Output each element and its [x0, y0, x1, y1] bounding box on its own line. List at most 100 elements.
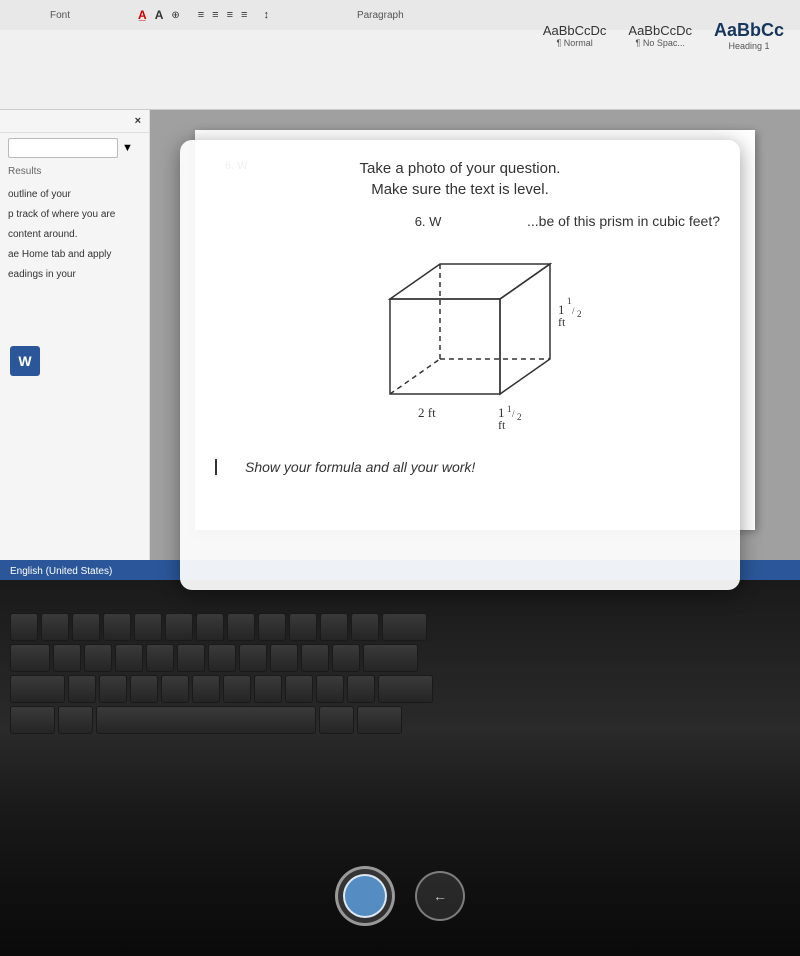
align-left-icon[interactable]: ≡	[198, 9, 204, 21]
key-m	[254, 675, 282, 703]
svg-text:/: /	[512, 409, 515, 419]
font-section-label: Font	[50, 10, 70, 21]
camera-msg-line2: Make sure the text is level.	[360, 181, 561, 198]
nav-item-3[interactable]: content around.	[8, 225, 141, 245]
sidebar-search: ▼	[0, 133, 149, 163]
key-n	[223, 675, 251, 703]
key-backspace	[382, 613, 427, 641]
key-c	[130, 675, 158, 703]
key-shift-r	[378, 675, 433, 703]
key-s	[84, 644, 112, 672]
bottom-buttons: ←	[335, 866, 465, 926]
key-semi	[332, 644, 360, 672]
key-e	[72, 613, 100, 641]
key-w	[41, 613, 69, 641]
svg-text:ft: ft	[558, 315, 566, 329]
sidebar-header: ×	[0, 110, 149, 133]
key-j	[239, 644, 267, 672]
key-p	[289, 613, 317, 641]
key-comma	[285, 675, 313, 703]
sidebar-results-label: Results	[0, 163, 149, 180]
key-g	[177, 644, 205, 672]
word-taskbar-icon[interactable]: W	[10, 346, 40, 376]
key-t	[134, 613, 162, 641]
back-button[interactable]: ←	[415, 871, 465, 921]
key-z	[68, 675, 96, 703]
key-v	[161, 675, 189, 703]
status-language: English (United States)	[10, 566, 112, 577]
style-normal-sample: AaBbCcDc	[543, 23, 607, 38]
word-icon-label: W	[18, 353, 31, 369]
formula-container: Show your formula and all your work!	[215, 459, 475, 475]
camera-overlay: Take a photo of your question. Make sure…	[180, 140, 740, 590]
styles-area: AaBbCcDc ¶ Normal AaBbCcDc ¶ No Spac... …	[527, 0, 800, 70]
svg-text:ft: ft	[498, 418, 506, 432]
keyboard-row-3	[10, 675, 790, 703]
key-alt-l	[58, 706, 93, 734]
keyboard-row-4	[10, 706, 790, 734]
keyboard-row-2	[10, 644, 790, 672]
back-icon: ←	[433, 888, 447, 904]
style-nospace[interactable]: AaBbCcDc ¶ No Spac...	[622, 20, 698, 51]
sidebar-nav-items: outline of your p track of where you are…	[0, 180, 149, 290]
nav-item-5[interactable]: eadings in your	[8, 265, 141, 285]
capture-button[interactable]	[335, 866, 395, 926]
camera-message: Take a photo of your question. Make sure…	[360, 160, 561, 198]
key-a	[53, 644, 81, 672]
font-a-icon: A	[155, 8, 164, 22]
key-shift-l	[10, 675, 65, 703]
key-ctrl-r	[357, 706, 402, 734]
question-text-partial: ...be of this prism in cubic feet?	[527, 213, 720, 229]
key-bracket-r	[351, 613, 379, 641]
style-normal[interactable]: AaBbCcDc ¶ Normal	[537, 20, 613, 51]
key-x	[99, 675, 127, 703]
sidebar-close-btn[interactable]: ×	[135, 115, 141, 127]
align-justify-icon[interactable]: ≡	[241, 9, 247, 21]
font-color-icon: A̲	[138, 8, 147, 22]
svg-text:1: 1	[507, 404, 512, 414]
svg-text:2: 2	[517, 412, 522, 422]
style-heading-sample: AaBbCc	[714, 20, 784, 41]
camera-msg-line1: Take a photo of your question.	[360, 160, 561, 177]
line-spacing-icon[interactable]: ↕	[263, 9, 269, 21]
cube-svg: 1 1 / 2 ft 2 ft 1 1 / 2 ft	[330, 239, 590, 439]
key-slash	[347, 675, 375, 703]
key-y	[165, 613, 193, 641]
style-heading-label: Heading 1	[728, 41, 769, 51]
search-dropdown-icon[interactable]: ▼	[122, 142, 133, 154]
key-ctrl-l	[10, 706, 55, 734]
style-nospace-label: ¶ No Spac...	[636, 38, 685, 48]
align-right-icon[interactable]: ≡	[227, 9, 233, 21]
key-period	[316, 675, 344, 703]
formula-text: Show your formula and all your work!	[245, 459, 475, 475]
key-l	[301, 644, 329, 672]
key-enter	[363, 644, 418, 672]
key-i	[227, 613, 255, 641]
svg-text:2 ft: 2 ft	[418, 405, 436, 420]
svg-text:1: 1	[567, 296, 572, 306]
nav-item-4[interactable]: ae Home tab and apply	[8, 245, 141, 265]
style-heading[interactable]: AaBbCc Heading 1	[708, 17, 790, 54]
question-number-partial: 6. W	[415, 214, 442, 229]
style-normal-label: ¶ Normal	[556, 38, 592, 48]
key-q	[10, 613, 38, 641]
key-o	[258, 613, 286, 641]
svg-text:2: 2	[577, 309, 582, 319]
key-tab	[10, 644, 50, 672]
keyboard-row-1	[10, 613, 790, 641]
toolbar-top: Font A̲ A ⊕ ≡ ≡ ≡ ≡ ↕ Paragraph AaBbCcDc…	[0, 0, 800, 30]
keyboard-container	[0, 580, 800, 734]
key-k	[270, 644, 298, 672]
key-h	[208, 644, 236, 672]
search-input[interactable]	[8, 138, 118, 158]
key-bracket-l	[320, 613, 348, 641]
key-alt-r	[319, 706, 354, 734]
navigation-pane: × ▼ Results outline of your p track of w…	[0, 110, 150, 580]
nav-item-2[interactable]: p track of where you are	[8, 205, 141, 225]
style-nospace-sample: AaBbCcDc	[628, 23, 692, 38]
nav-item-1[interactable]: outline of your	[8, 185, 141, 205]
align-center-icon[interactable]: ≡	[212, 9, 218, 21]
key-r	[103, 613, 131, 641]
svg-text:/: /	[572, 306, 575, 316]
key-f	[146, 644, 174, 672]
